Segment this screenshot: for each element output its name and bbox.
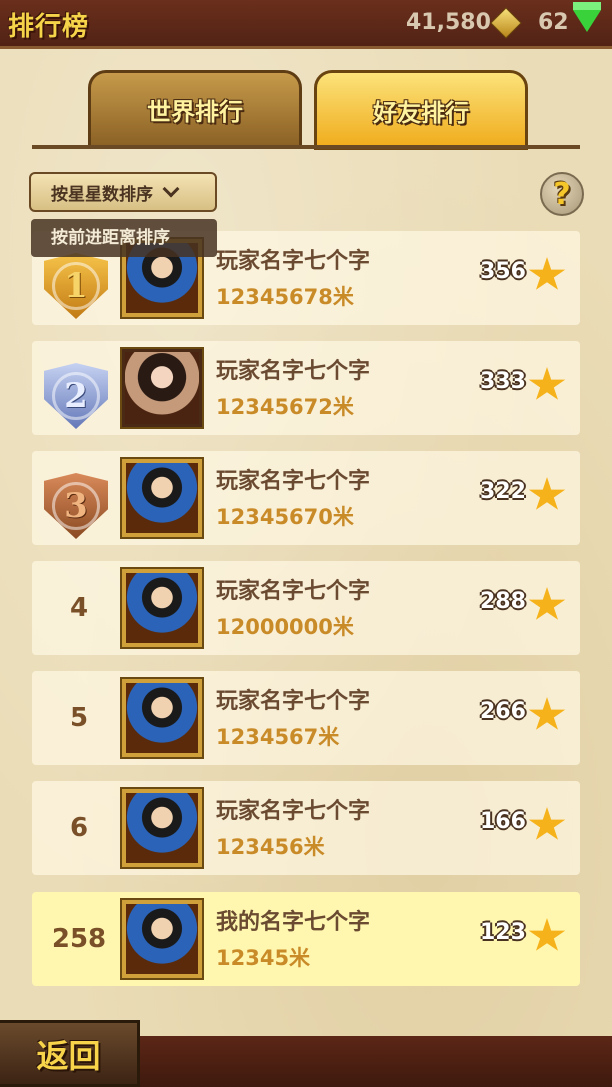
star-icon — [528, 807, 566, 840]
sort-dropdown[interactable]: 按星星数排序 — [29, 172, 217, 212]
star-icon — [528, 587, 566, 620]
leaderboard-row[interactable]: 5 玩家名字七个字 1234567米 266 — [32, 671, 580, 765]
player-distance: 123456米 — [216, 835, 325, 859]
star-icon — [528, 477, 566, 510]
player-distance: 12345672米 — [216, 395, 354, 419]
back-button[interactable]: 返回 — [0, 1020, 140, 1087]
gold-diamond-icon — [490, 7, 522, 39]
player-distance: 1234567米 — [216, 725, 340, 749]
star-icon — [528, 367, 566, 400]
chevron-down-icon — [162, 180, 180, 198]
star-icon — [528, 918, 566, 951]
leaderboard-row[interactable]: 3 玩家名字七个字 12345670米 322 — [32, 451, 580, 545]
rank-number: 5 — [69, 703, 89, 733]
avatar — [120, 898, 204, 980]
top-bar: 排行榜 41,580 62 — [0, 0, 612, 52]
star-count: 123 — [480, 920, 526, 945]
avatar — [120, 677, 204, 759]
star-count: 333 — [480, 369, 526, 394]
player-name: 我的名字七个字 — [216, 910, 371, 935]
page-title: 排行榜 — [8, 12, 90, 42]
tab-friends-ranking[interactable]: 好友排行 — [314, 70, 528, 150]
rank-number: 6 — [69, 813, 89, 843]
player-distance: 12345678米 — [216, 285, 354, 309]
star-icon — [528, 697, 566, 730]
avatar — [120, 457, 204, 539]
player-name: 玩家名字七个字 — [216, 469, 371, 494]
avatar — [120, 787, 204, 869]
sort-selected-label: 按星星数排序 — [51, 184, 153, 205]
rank-number: 258 — [51, 924, 107, 954]
avatar — [120, 567, 204, 649]
player-name: 玩家名字七个字 — [216, 359, 371, 384]
help-button[interactable]: ? — [540, 172, 584, 216]
leaderboard-row[interactable]: 2 玩家名字七个字 12345672米 333 — [32, 341, 580, 435]
player-name: 玩家名字七个字 — [216, 689, 371, 714]
player-name: 玩家名字七个字 — [216, 579, 371, 604]
player-name: 玩家名字七个字 — [216, 249, 371, 274]
rank-number: 4 — [69, 593, 89, 623]
player-distance: 12345米 — [216, 946, 311, 970]
player-name: 玩家名字七个字 — [216, 799, 371, 824]
player-distance: 12000000米 — [216, 615, 354, 639]
green-gem-icon — [573, 2, 601, 32]
tab-world-ranking[interactable]: 世界排行 — [88, 70, 302, 148]
player-distance: 12345670米 — [216, 505, 354, 529]
leaderboard-row[interactable]: 6 玩家名字七个字 123456米 166 — [32, 781, 580, 875]
gem-count: 62 — [538, 10, 569, 35]
star-count: 166 — [480, 809, 526, 834]
star-count: 266 — [480, 699, 526, 724]
star-count: 288 — [480, 589, 526, 614]
sort-option-distance[interactable]: 按前进距离排序 — [31, 219, 217, 257]
tab-divider — [32, 145, 580, 149]
leaderboard-row[interactable]: 4 玩家名字七个字 12000000米 288 — [32, 561, 580, 655]
avatar — [120, 347, 204, 429]
rank-badge-silver: 2 — [44, 363, 108, 429]
rank-badge-bronze: 3 — [44, 473, 108, 539]
rank-badge-gold: 1 — [44, 253, 108, 319]
star-icon — [528, 257, 566, 290]
coin-count: 41,580 — [406, 10, 491, 35]
my-rank-row[interactable]: 258 我的名字七个字 12345米 123 — [32, 892, 580, 986]
star-count: 356 — [480, 259, 526, 284]
star-count: 322 — [480, 479, 526, 504]
